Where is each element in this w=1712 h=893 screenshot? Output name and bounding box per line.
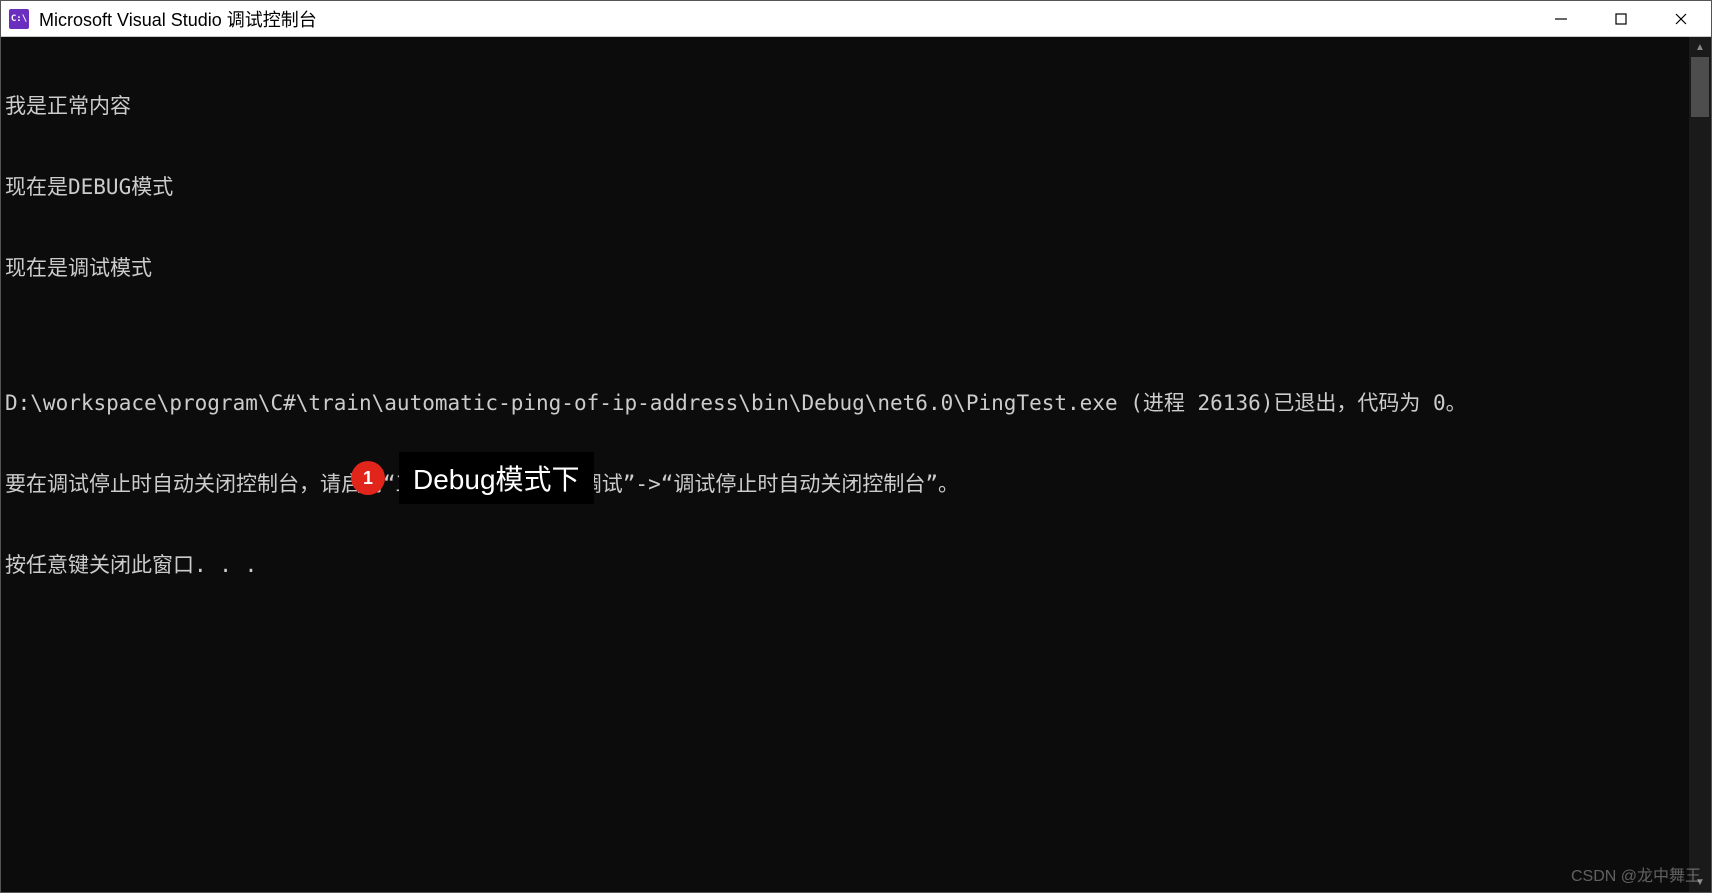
titlebar[interactable]: C:\ Microsoft Visual Studio 调试控制台 (1, 1, 1711, 37)
close-button[interactable] (1651, 1, 1711, 36)
console-line: 现在是DEBUG模式 (5, 174, 1685, 201)
console-line: 要在调试停止时自动关闭控制台，请启用“工具”->“选项”->“调试”->“调试停… (5, 471, 1685, 498)
annotation-label: Debug模式下 (399, 452, 594, 504)
scroll-up-icon[interactable]: ▲ (1689, 37, 1711, 57)
annotation-number-badge: 1 (351, 461, 385, 495)
console-line: 按任意键关闭此窗口. . . (5, 552, 1685, 579)
console-line: 现在是调试模式 (5, 255, 1685, 282)
app-icon: C:\ (9, 9, 29, 29)
console-line: 我是正常内容 (5, 93, 1685, 120)
console-window: C:\ Microsoft Visual Studio 调试控制台 我是正常内容… (0, 0, 1712, 893)
maximize-button[interactable] (1591, 1, 1651, 36)
console-output[interactable]: 我是正常内容 现在是DEBUG模式 现在是调试模式 D:\workspace\p… (1, 37, 1689, 892)
annotation-callout: 1 Debug模式下 (351, 452, 594, 504)
scroll-thumb[interactable] (1691, 57, 1709, 117)
app-icon-text: C:\ (11, 14, 27, 24)
console-body: 我是正常内容 现在是DEBUG模式 现在是调试模式 D:\workspace\p… (1, 37, 1711, 892)
window-title: Microsoft Visual Studio 调试控制台 (39, 6, 1531, 32)
window-controls (1531, 1, 1711, 36)
console-line: D:\workspace\program\C#\train\automatic-… (5, 390, 1685, 417)
vertical-scrollbar[interactable]: ▲ ▼ (1689, 37, 1711, 892)
minimize-button[interactable] (1531, 1, 1591, 36)
watermark-text: CSDN @龙中舞王 (1571, 862, 1701, 886)
